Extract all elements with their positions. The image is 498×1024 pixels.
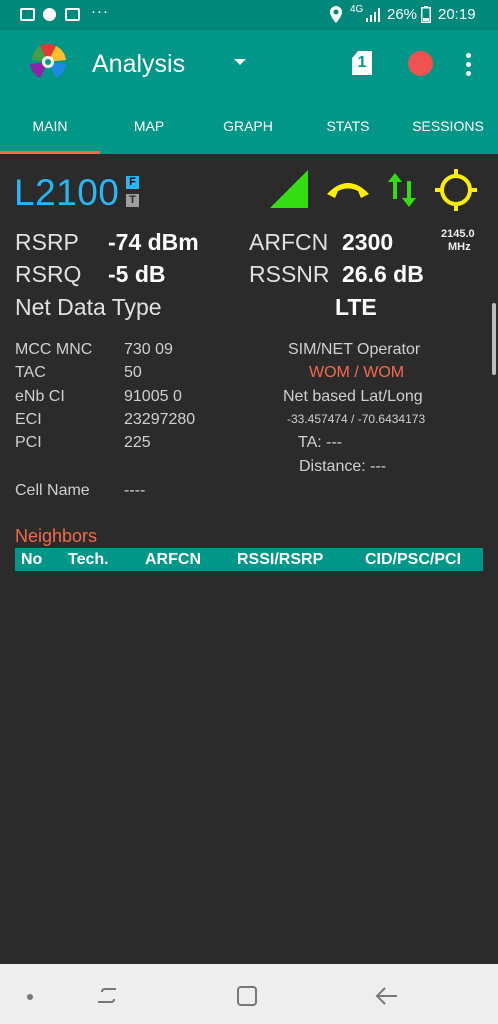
- pci-value: 225: [124, 434, 151, 451]
- rsrp-label: RSRP: [15, 229, 79, 255]
- eci-value: 23297280: [124, 411, 196, 428]
- col-tech: Tech.: [68, 551, 109, 568]
- lat-long-value: -33.457474 / -70.6434173: [287, 412, 426, 426]
- data-activity-icon: [388, 173, 416, 207]
- band-flag-t: T: [126, 194, 139, 207]
- sim-net-operator-value: WOM / WOM: [309, 364, 405, 381]
- tac-label: TAC: [15, 364, 46, 381]
- band-flag-f: F: [126, 176, 139, 189]
- arfcn-value: 2300: [342, 229, 394, 255]
- location-icon: [330, 6, 342, 23]
- tab-bar: MAIN MAP GRAPH STATS SESSIONS: [0, 102, 498, 154]
- net-data-type-label: Net Data Type: [15, 294, 162, 320]
- tab-graph[interactable]: GRAPH: [198, 102, 298, 154]
- battery-percent: 26%: [387, 6, 418, 23]
- signal-strength-icon: [270, 170, 308, 208]
- cell-signal-icon: [366, 8, 380, 22]
- dropdown-caret-icon[interactable]: [234, 59, 246, 65]
- rsrp-value: -74 dBm: [108, 229, 199, 255]
- eci-label: ECI: [15, 411, 42, 428]
- record-button[interactable]: [408, 51, 433, 76]
- cell-name-value: ----: [124, 482, 146, 499]
- network-type: 4G: [350, 4, 364, 15]
- rsrq-label: RSRQ: [15, 261, 82, 287]
- mcc-mnc-label: MCC MNC: [15, 341, 93, 358]
- net-data-type-value: LTE: [335, 294, 377, 320]
- sim-slot-number: 1: [357, 54, 367, 71]
- call-state-icon: [327, 183, 369, 198]
- distance: Distance: ---: [299, 458, 387, 475]
- col-rssi-rsrp: RSSI/RSRP: [237, 551, 324, 568]
- page-title[interactable]: Analysis: [92, 50, 185, 79]
- tac-value: 50: [124, 364, 142, 381]
- sim-card-icon[interactable]: 1: [352, 51, 372, 75]
- recent-apps-button[interactable]: [96, 986, 120, 1006]
- navigation-bar: [0, 964, 498, 1024]
- col-arfcn: ARFCN: [145, 551, 201, 568]
- mcc-mnc-value: 730 09: [124, 341, 173, 358]
- tab-main[interactable]: MAIN: [0, 102, 100, 154]
- enb-ci-label: eNb CI: [15, 388, 65, 405]
- col-no: No: [21, 551, 43, 568]
- nav-dot-icon: [27, 994, 33, 1000]
- neighbors-title: Neighbors: [15, 526, 98, 546]
- rssnr-label: RSSNR: [249, 261, 330, 287]
- more-notifications-icon: ···: [91, 3, 109, 20]
- battery-icon: [421, 6, 431, 23]
- col-cid-psc-pci: CID/PSC/PCI: [365, 551, 462, 568]
- rsrq-value: -5 dB: [108, 261, 166, 287]
- tab-map[interactable]: MAP: [100, 102, 198, 154]
- home-button[interactable]: [236, 985, 258, 1007]
- neighbors-table-header: No Tech. ARFCN RSSI/RSRP CID/PSC/PCI: [15, 548, 483, 571]
- tab-sessions[interactable]: SESSIONS: [398, 102, 498, 154]
- lat-long-label: Net based Lat/Long: [283, 388, 423, 405]
- tab-indicator: [0, 151, 100, 154]
- location-target-icon[interactable]: [435, 169, 477, 211]
- frequency-unit: MHz: [448, 241, 471, 253]
- sim-net-operator-label: SIM/NET Operator: [288, 341, 421, 358]
- enb-ci-value: 91005 0: [124, 388, 182, 405]
- timing-advance: TA: ---: [298, 434, 343, 451]
- image-settings-icon: [65, 8, 80, 21]
- app-bar: Analysis 1: [0, 30, 498, 102]
- wom-app-icon: [43, 8, 56, 21]
- rssnr-value: 26.6 dB: [342, 261, 424, 287]
- arfcn-label: ARFCN: [249, 229, 329, 255]
- gallery-icon: [20, 8, 35, 21]
- app-logo-icon[interactable]: [26, 42, 70, 82]
- band-name: L2100: [14, 172, 120, 213]
- clock: 20:19: [438, 6, 476, 23]
- tab-stats[interactable]: STATS: [298, 102, 398, 154]
- frequency-value: 2145.0: [441, 228, 475, 240]
- cell-name-label: Cell Name: [15, 482, 90, 499]
- status-bar: ··· 4G 26% 20:19: [0, 0, 498, 30]
- overflow-menu-icon[interactable]: [466, 53, 472, 80]
- back-button[interactable]: [375, 985, 399, 1007]
- scrollbar[interactable]: [492, 303, 496, 375]
- pci-label: PCI: [15, 434, 42, 451]
